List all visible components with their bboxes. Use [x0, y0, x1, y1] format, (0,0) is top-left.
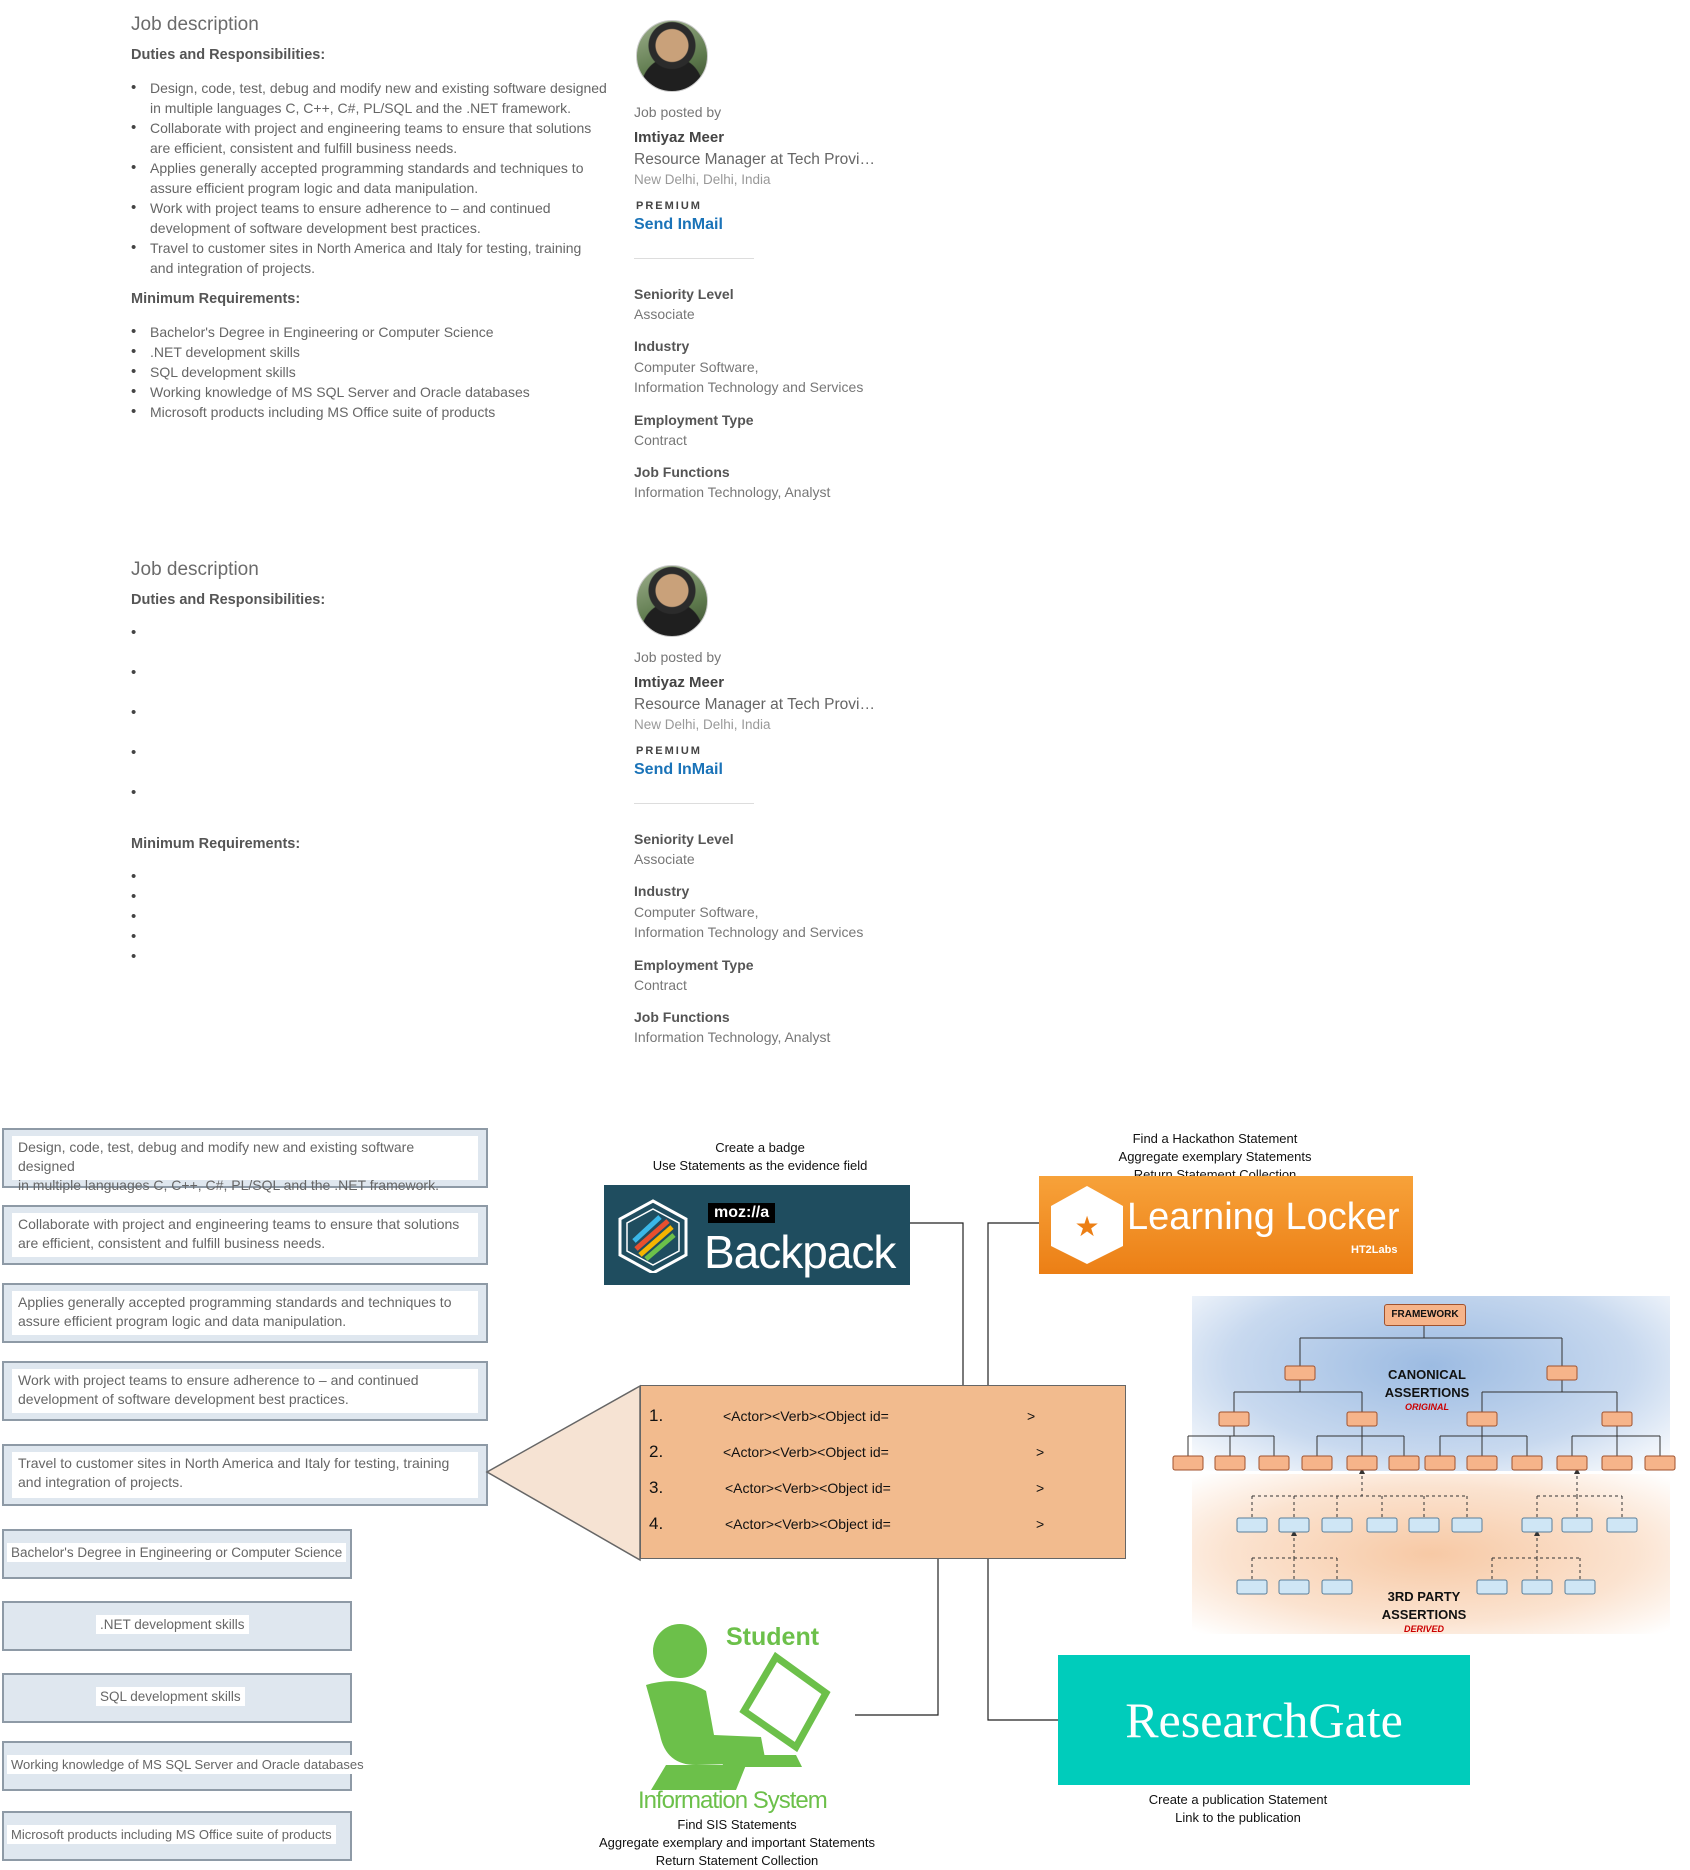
functions-value: Information Technology, Analyst	[634, 1029, 831, 1045]
squirrel-hex-icon: ★	[1051, 1186, 1123, 1264]
seniority-label: Seniority Level	[634, 831, 734, 847]
posted-by-label: Job posted by	[634, 104, 722, 120]
researchgate-caption: Create a publication Statement Link to t…	[1148, 1792, 1328, 1825]
sis-caption: Find SIS Statements Aggregate exemplary …	[598, 1817, 876, 1868]
requirements-heading: Minimum Requirements:	[131, 291, 301, 307]
poster-name[interactable]: Imtiyaz Meer	[634, 674, 724, 691]
sis-logo: Student Information System	[626, 1615, 856, 1815]
job-description-title: Job description	[131, 14, 259, 35]
avatar[interactable]	[636, 565, 708, 637]
researchgate-logo: ResearchGate	[1058, 1655, 1470, 1785]
job-panel-original: Job description Duties and Responsibilit…	[131, 14, 875, 500]
premium-badge: PREMIUM	[636, 745, 702, 757]
send-inmail-link[interactable]: Send InMail	[634, 216, 723, 234]
industry-value: Computer Software, Information Technolog…	[634, 359, 864, 395]
poster-title: Resource Manager at Tech Provi…	[634, 151, 875, 168]
functions-label: Job Functions	[634, 464, 730, 480]
job-panel-stripped: Job description Duties and Responsibilit…	[131, 559, 875, 1045]
poster-name[interactable]: Imtiyaz Meer	[634, 129, 724, 146]
requirements-heading: Minimum Requirements:	[131, 836, 301, 852]
backpack-logo: moz://a Backpack	[604, 1185, 910, 1285]
svg-text:★: ★	[1074, 1210, 1099, 1243]
backpack-hex-icon	[618, 1199, 688, 1273]
industry-label: Industry	[634, 338, 690, 354]
job-description-title: Job description	[131, 559, 259, 580]
learning-locker-logo: ★ Learning Locker HT2Labs	[1039, 1176, 1413, 1274]
canonical-label: CANONICAL ASSERTIONS ORIGINAL	[1384, 1367, 1470, 1412]
framework-diagram: FRAMEWORK CANONICAL ASSERTIONS ORIGINAL …	[1172, 1296, 1690, 1636]
divider	[634, 258, 754, 259]
duties-heading: Duties and Responsibilities:	[131, 592, 326, 608]
statements-box: 1. <Actor><Verb><Object id= > 2. <Actor>…	[640, 1385, 1126, 1559]
poster-location: New Delhi, Delhi, India	[634, 172, 771, 187]
seniority-value: Associate	[634, 851, 695, 867]
premium-badge: PREMIUM	[636, 200, 702, 212]
industry-label: Industry	[634, 883, 690, 899]
functions-value: Information Technology, Analyst	[634, 484, 831, 500]
employment-label: Employment Type	[634, 412, 754, 428]
third-party-label: 3RD PARTY ASSERTIONS DERIVED	[1381, 1589, 1467, 1634]
framework-label: FRAMEWORK	[1384, 1304, 1466, 1326]
backpack-arrow	[910, 1222, 964, 1410]
duties-heading: Duties and Responsibilities:	[131, 47, 326, 63]
functions-label: Job Functions	[634, 1009, 730, 1025]
poster-title: Resource Manager at Tech Provi…	[634, 696, 875, 713]
callout-triangle	[485, 1384, 641, 1562]
backpack-caption: Create a badge Use Statements as the evi…	[652, 1140, 868, 1173]
framework-tree-lines	[1172, 1323, 1676, 1595]
seniority-label: Seniority Level	[634, 286, 734, 302]
poster-location: New Delhi, Delhi, India	[634, 717, 771, 732]
avatar[interactable]	[636, 20, 708, 92]
employment-value: Contract	[634, 977, 687, 993]
employment-value: Contract	[634, 432, 687, 448]
posted-by-label: Job posted by	[634, 649, 722, 665]
employment-label: Employment Type	[634, 957, 754, 973]
seniority-value: Associate	[634, 306, 695, 322]
divider	[634, 803, 754, 804]
industry-value: Computer Software, Information Technolog…	[634, 904, 864, 940]
send-inmail-link[interactable]: Send InMail	[634, 761, 723, 779]
